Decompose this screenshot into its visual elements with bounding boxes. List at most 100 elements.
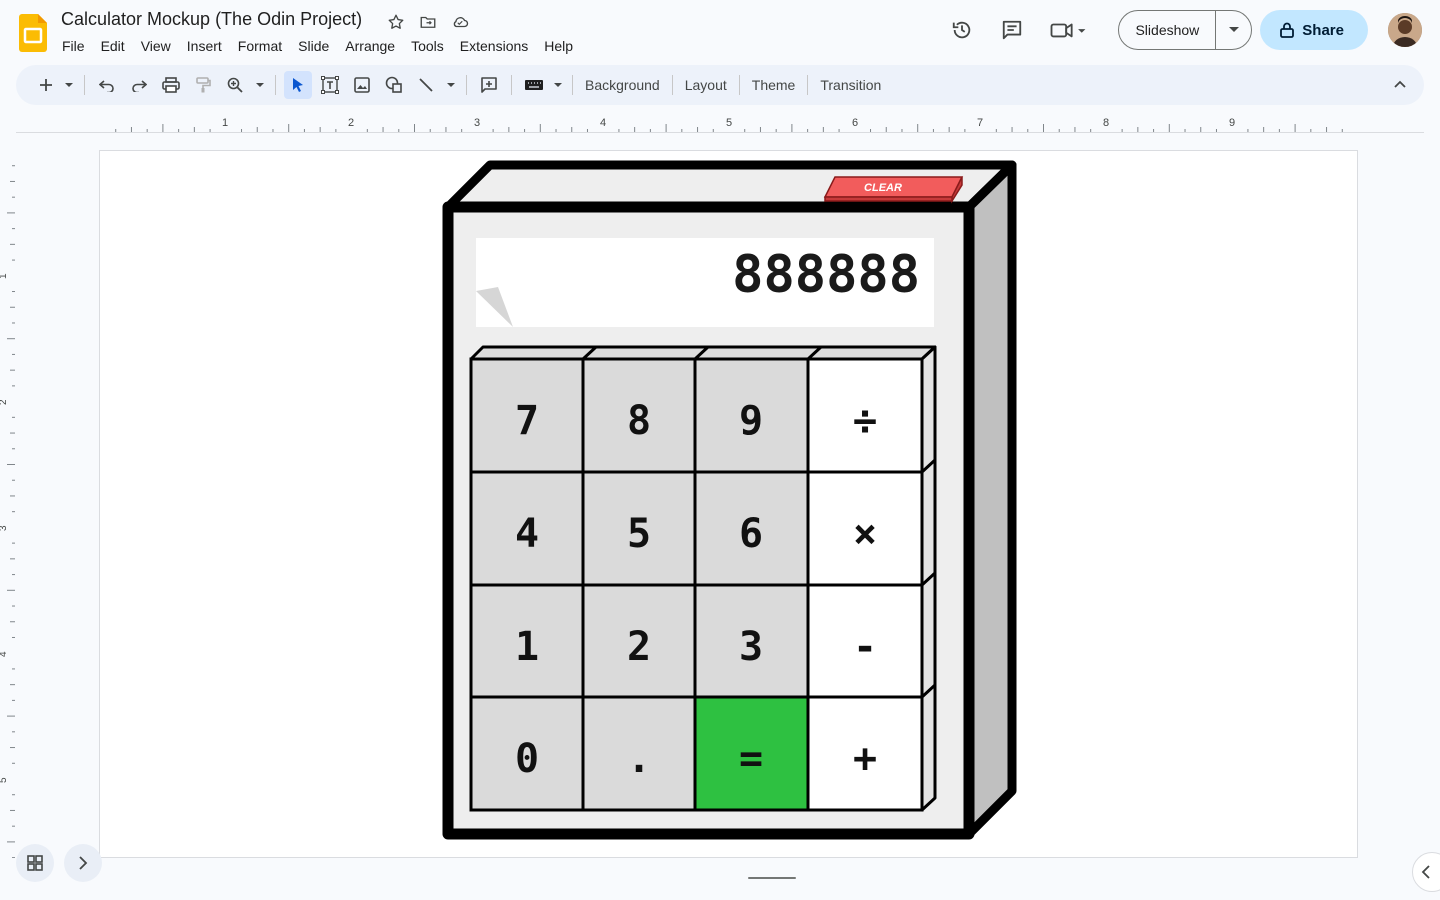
zoom-chevron-icon[interactable] [253,71,267,99]
clear-label: CLEAR [864,182,902,194]
key-0[interactable]: 0 [469,695,585,812]
line-icon[interactable] [412,71,440,99]
key-3[interactable]: 3 [693,583,810,699]
select-cursor-icon[interactable] [284,71,312,99]
layout-button[interactable]: Layout [679,71,733,99]
meet-camera-icon[interactable] [1040,10,1096,50]
svg-text:3: 3 [739,624,763,670]
svg-text:1: 1 [515,624,539,670]
ruler-label: 4 [600,117,606,129]
undo-icon[interactable] [93,71,121,99]
key-subtract[interactable]: - [806,583,924,699]
svg-text:9: 9 [739,398,763,444]
slides-logo-icon[interactable] [19,14,47,52]
hide-menus-chevron-up-icon[interactable] [1394,75,1406,93]
ruler-label: 5 [0,777,9,783]
shape-icon[interactable] [380,71,408,99]
key-7[interactable]: 7 [469,357,585,474]
key-multiply[interactable]: × [806,470,924,587]
theme-button[interactable]: Theme [746,71,802,99]
slideshow-button[interactable]: Slideshow [1119,11,1215,49]
key-divide[interactable]: ÷ [806,357,924,474]
svg-text:=: = [739,736,763,782]
toolbar-divider [671,75,673,95]
vertical-ruler[interactable]: 1 2 3 4 5 [0,150,16,858]
speaker-notes-handle[interactable] [748,877,796,879]
cloud-status-icon[interactable] [450,12,470,32]
ruler-label: 8 [1103,117,1109,129]
horizontal-ruler[interactable]: 1 2 3 4 5 6 7 8 9 [100,113,1358,133]
share-label: Share [1302,21,1344,39]
menu-format[interactable]: Format [230,36,290,56]
key-1[interactable]: 1 [469,583,585,699]
key-4[interactable]: 4 [469,470,585,587]
key-2[interactable]: 2 [581,583,697,699]
user-avatar[interactable] [1388,13,1422,47]
move-folder-icon[interactable] [418,12,438,32]
key-5[interactable]: 5 [581,470,697,587]
menu-view[interactable]: View [133,36,179,56]
ruler-label: 1 [222,117,228,129]
calculator-display: 888888 [476,238,934,327]
key-8[interactable]: 8 [581,357,697,474]
main-toolbar: Background Layout Theme Transition [16,65,1424,105]
key-decimal[interactable]: . [581,695,697,812]
menu-file[interactable]: File [54,36,93,56]
menu-extensions[interactable]: Extensions [452,36,536,56]
toolbar-divider [807,75,809,95]
svg-text:5: 5 [627,511,651,557]
version-history-icon[interactable] [942,10,982,50]
key-6[interactable]: 6 [693,470,810,587]
key-add[interactable]: + [806,695,924,812]
background-button[interactable]: Background [579,71,666,99]
ruler-label: 3 [0,525,9,531]
ruler-label: 9 [1229,117,1235,129]
print-icon[interactable] [157,71,185,99]
input-tools-chevron-icon[interactable] [552,71,564,99]
document-title[interactable]: Calculator Mockup (The Odin Project) [61,9,362,30]
menu-arrange[interactable]: Arrange [337,36,403,56]
menu-tools[interactable]: Tools [403,36,452,56]
transition-button[interactable]: Transition [814,71,887,99]
comments-icon[interactable] [992,10,1032,50]
svg-text:-: - [853,624,877,670]
ruler-label: 7 [977,117,983,129]
clear-button[interactable]: CLEAR [823,176,964,204]
slideshow-options-chevron-icon[interactable] [1215,11,1251,49]
paint-format-icon[interactable] [189,71,217,99]
redo-icon[interactable] [125,71,153,99]
side-panel-chevron-left-icon[interactable] [1412,852,1440,892]
svg-text:+: + [853,736,877,782]
new-slide-layout-chevron-icon[interactable] [62,71,76,99]
svg-text:4: 4 [515,511,539,557]
svg-text:.: . [627,736,651,782]
calculator-drawing[interactable]: CLEAR 888888 7 8 9 ÷ 4 5 6 × 1 2 3 - 0 .… [100,151,1359,859]
svg-text:×: × [853,511,877,557]
ruler-label: 6 [852,117,858,129]
ruler-label: 1 [0,273,9,279]
toolbar-divider [275,75,276,95]
ruler-label: 4 [0,651,9,657]
zoom-icon[interactable] [221,71,249,99]
calculator-side-face [964,160,1017,839]
menu-slide[interactable]: Slide [290,36,337,56]
star-icon[interactable] [386,12,406,32]
new-slide-plus-icon[interactable] [32,71,60,99]
text-box-icon[interactable] [316,71,344,99]
share-button[interactable]: Share [1260,10,1368,50]
add-comment-icon[interactable] [475,71,503,99]
key-equals[interactable]: = [693,695,810,812]
svg-text:0: 0 [515,736,539,782]
insert-image-icon[interactable] [348,71,376,99]
input-tools-keyboard-icon[interactable] [520,71,548,99]
line-chevron-icon[interactable] [444,71,458,99]
expand-filmstrip-chevron-icon[interactable] [64,844,102,882]
key-9[interactable]: 9 [693,357,810,474]
menu-edit[interactable]: Edit [93,36,133,56]
menu-insert[interactable]: Insert [179,36,230,56]
menu-help[interactable]: Help [536,36,581,56]
grid-view-icon[interactable] [16,844,54,882]
svg-text:8: 8 [627,398,651,444]
ruler-label: 5 [726,117,732,129]
slide-canvas[interactable]: CLEAR 888888 7 8 9 ÷ 4 5 6 × 1 2 3 - 0 .… [99,150,1358,858]
